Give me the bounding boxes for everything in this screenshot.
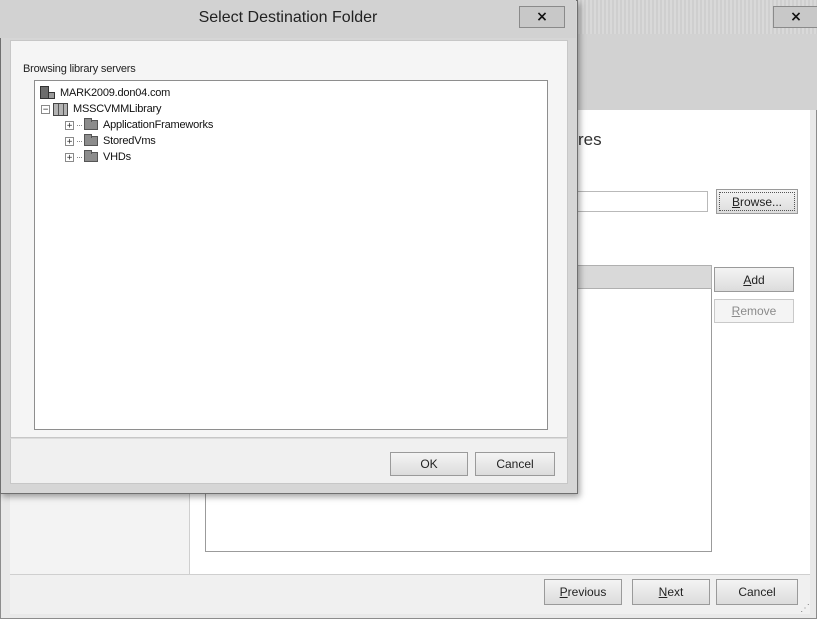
tree-node-server[interactable]: MARK2009.don04.com — [39, 85, 547, 101]
remove-button[interactable]: Remove — [714, 299, 794, 323]
tree-node-folder[interactable]: + ApplicationFrameworks — [39, 117, 547, 133]
add-button-label: Add — [743, 272, 765, 287]
folder-icon — [84, 150, 98, 162]
server-icon — [39, 86, 55, 100]
close-icon: × — [536, 9, 548, 25]
close-icon: × — [790, 9, 802, 25]
dialog-title: Select Destination Folder — [198, 9, 378, 26]
add-button[interactable]: Add — [714, 267, 794, 292]
tree-node-folder[interactable]: + VHDs — [39, 149, 547, 165]
wizard-step-title: res — [578, 130, 602, 149]
expand-icon[interactable]: + — [65, 152, 74, 162]
remove-button-label: Remove — [731, 304, 777, 318]
next-button-label: Next — [658, 585, 684, 599]
tree-connector — [77, 140, 82, 142]
tree-connector — [77, 156, 82, 158]
ok-button-label: OK — [420, 457, 438, 471]
folder-icon — [84, 134, 98, 146]
dialog-cancel-button-label: Cancel — [496, 457, 534, 471]
wizard-cancel-button-label: Cancel — [738, 585, 776, 599]
wizard-close-button[interactable]: × — [773, 6, 817, 28]
destination-path-input[interactable] — [556, 191, 708, 212]
expand-icon[interactable]: + — [65, 136, 74, 146]
wizard-cancel-button[interactable]: Cancel — [716, 579, 798, 605]
browse-button-label: Browse... — [731, 194, 783, 209]
previous-button-label: Previous — [559, 585, 607, 599]
resize-grip-icon[interactable]: ⋰ — [800, 602, 814, 616]
tree-node-label: VHDs — [103, 151, 131, 163]
ok-button[interactable]: OK — [390, 452, 468, 476]
previous-button[interactable]: Previous — [544, 579, 622, 605]
tree-node-label: StoredVms — [103, 135, 156, 147]
tree-node-label: MSSCVMMLibrary — [73, 103, 162, 115]
tree-node-library[interactable]: − MSSCVMMLibrary — [39, 101, 547, 117]
browse-button[interactable]: Browse... — [716, 189, 798, 214]
dialog-close-button[interactable]: × — [519, 6, 565, 28]
tree-connector — [77, 124, 82, 126]
browsing-label: Browsing library servers — [23, 63, 136, 75]
tree-node-folder[interactable]: + StoredVms — [39, 133, 547, 149]
tree-node-label: ApplicationFrameworks — [103, 119, 214, 131]
expand-icon[interactable]: + — [65, 120, 74, 130]
dialog-cancel-button[interactable]: Cancel — [475, 452, 555, 476]
library-share-icon — [53, 102, 68, 116]
folder-tree[interactable]: MARK2009.don04.com − MSSCVMMLibrary + Ap… — [34, 80, 548, 430]
folder-icon — [84, 118, 98, 130]
next-button[interactable]: Next — [632, 579, 710, 605]
collapse-icon[interactable]: − — [41, 104, 50, 114]
tree-node-label: MARK2009.don04.com — [60, 87, 171, 99]
